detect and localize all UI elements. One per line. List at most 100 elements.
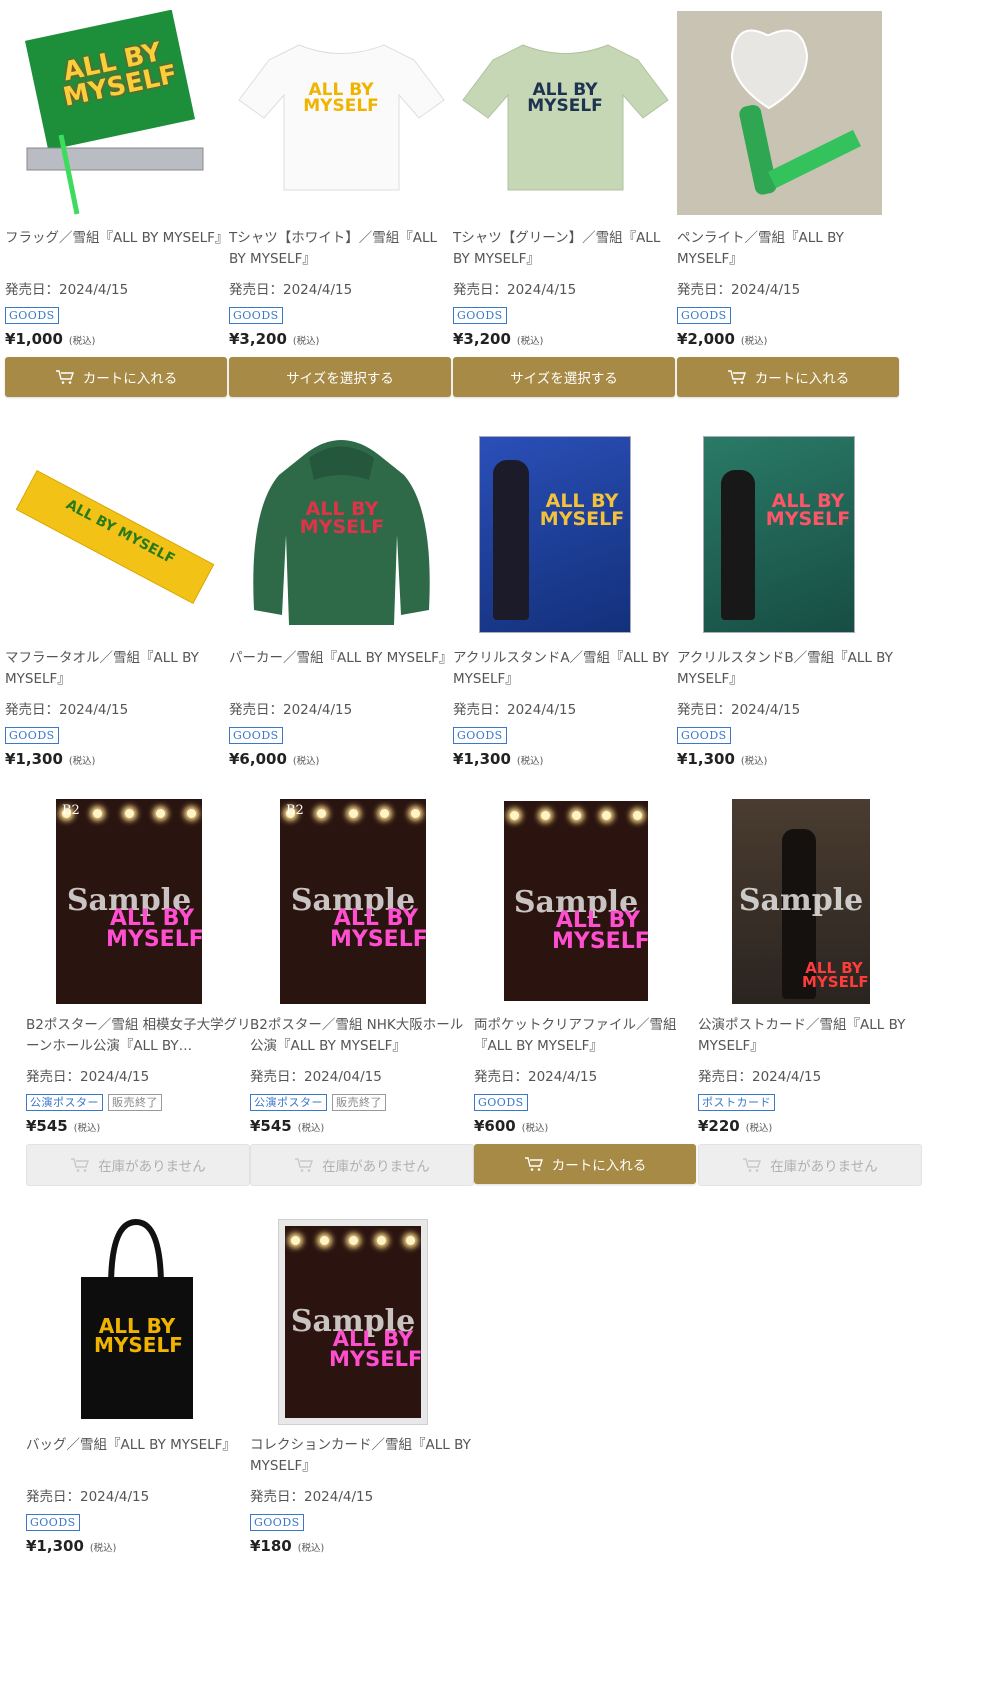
release-date: 発売日：2024/4/15 [677, 282, 801, 298]
category-tag[interactable]: GOODS [26, 1514, 80, 1531]
price: ¥1,300 (税込) [453, 750, 544, 768]
select-size-button[interactable]: サイズを選択する [453, 357, 675, 397]
product-image-bag[interactable]: ALL BY MYSELF [26, 1217, 248, 1425]
out-of-stock-button: 在庫がありません [698, 1144, 922, 1186]
price: ¥1,300 (税込) [677, 750, 768, 768]
product-title[interactable]: アクリルスタンドB／雪組『ALL BY MYSELF』 [677, 648, 903, 690]
category-tag[interactable]: GOODS [229, 307, 283, 324]
tshirt-logo: ALL BY MYSELF [303, 80, 379, 117]
price: ¥3,200 (税込) [229, 330, 320, 348]
category-tag[interactable]: 公演ポスター [250, 1094, 327, 1111]
add-to-cart-button[interactable]: カートに入れる [5, 357, 227, 397]
price: ¥545 (税込) [26, 1117, 101, 1135]
sample-watermark: Sample [738, 883, 864, 918]
product-image-acrylic-a[interactable]: ALL BY MYSELF [453, 430, 675, 636]
release-date: 発売日：2024/4/15 [5, 282, 129, 298]
price: ¥220 (税込) [698, 1117, 773, 1135]
release-date: 発売日：2024/4/15 [229, 282, 353, 298]
product-title[interactable]: B2ポスター／雪組 相模女子大学グリーンホール公演『ALL BY… [26, 1015, 252, 1057]
price: ¥1,300 (税込) [26, 1537, 117, 1555]
product-image-poster[interactable]: B2 Sample ALL BY MYSELF [26, 797, 248, 1005]
price: ¥6,000 (税込) [229, 750, 320, 768]
price: ¥1,000 (税込) [5, 330, 96, 348]
clearfile-logo: ALL BY MYSELF [552, 908, 648, 954]
category-tag[interactable]: 公演ポスター [26, 1094, 103, 1111]
poster-logo: ALL BY MYSELF [330, 906, 426, 952]
out-of-stock-button: 在庫がありません [26, 1144, 250, 1186]
category-tag[interactable]: GOODS [5, 307, 59, 324]
category-tag[interactable]: GOODS [677, 727, 731, 744]
tshirt-logo: ALL BY MYSELF [527, 80, 603, 117]
product-image-tshirt-green[interactable]: ALL BY MYSELF [453, 10, 675, 216]
add-to-cart-button[interactable]: カートに入れる [474, 1144, 696, 1184]
postcard-logo: ALL BY MYSELF [802, 959, 869, 992]
cart-icon [743, 1158, 762, 1172]
acrylic-logo: ALL BY MYSELF [765, 490, 851, 531]
release-date: 発売日：2024/4/15 [250, 1489, 374, 1505]
category-tag[interactable]: GOODS [453, 307, 507, 324]
product-image-clearfile[interactable]: Sample ALL BY MYSELF [474, 797, 696, 1005]
product-image-acrylic-b[interactable]: ALL BY MYSELF [677, 430, 899, 636]
product-image-postcard[interactable]: Sample ALL BY MYSELF [698, 797, 920, 1005]
product-title[interactable]: マフラータオル／雪組『ALL BY MYSELF』 [5, 648, 231, 690]
category-tag[interactable]: GOODS [474, 1094, 528, 1111]
product-card-clearfile[interactable]: Sample ALL BY MYSELF 両ポケットクリアファイル／雪組『ALL… [474, 797, 696, 1184]
product-title[interactable]: バッグ／雪組『ALL BY MYSELF』 [26, 1435, 252, 1456]
hoodie-logo: ALL BY MYSELF [299, 498, 385, 539]
price: ¥2,000 (税込) [677, 330, 768, 348]
product-title[interactable]: アクリルスタンドA／雪組『ALL BY MYSELF』 [453, 648, 679, 690]
product-card-tshirt-white[interactable]: ALL BY MYSELF Tシャツ【ホワイト】／雪組『ALL BY MYSEL… [229, 10, 451, 397]
select-size-button[interactable]: サイズを選択する [229, 357, 451, 397]
cart-icon [727, 370, 746, 384]
category-tag[interactable]: GOODS [5, 727, 59, 744]
product-image-poster[interactable]: B2 Sample ALL BY MYSELF [250, 797, 472, 1005]
product-card-flag[interactable]: ALL BY MYSELF フラッグ／雪組『ALL BY MYSELF』 発売日… [5, 10, 228, 397]
category-tag[interactable]: GOODS [677, 307, 731, 324]
product-image-towel[interactable]: ALL BY MYSELF [5, 430, 227, 636]
product-image-flag[interactable]: ALL BY MYSELF [5, 10, 227, 216]
price: ¥545 (税込) [250, 1117, 325, 1135]
product-title[interactable]: B2ポスター／雪組 NHK大阪ホール公演『ALL BY MYSELF』 [250, 1015, 476, 1057]
product-title[interactable]: 両ポケットクリアファイル／雪組『ALL BY MYSELF』 [474, 1015, 700, 1057]
product-title[interactable]: コレクションカード／雪組『ALL BY MYSELF』 [250, 1435, 476, 1477]
category-tag[interactable]: GOODS [453, 727, 507, 744]
category-tag[interactable]: ポストカード [698, 1094, 775, 1111]
cart-icon [55, 370, 74, 384]
product-image-collection-card[interactable]: Sample ALL BY MYSELF [250, 1217, 472, 1425]
product-image-penlight[interactable] [677, 10, 899, 216]
price: ¥600 (税込) [474, 1117, 549, 1135]
out-of-stock-button: 在庫がありません [250, 1144, 474, 1186]
product-title[interactable]: Tシャツ【グリーン】／雪組『ALL BY MYSELF』 [453, 228, 679, 270]
add-to-cart-button[interactable]: カートに入れる [677, 357, 899, 397]
product-image-hoodie[interactable]: ALL BY MYSELF [229, 430, 451, 636]
price: ¥3,200 (税込) [453, 330, 544, 348]
sold-out-tag: 販売終了 [332, 1094, 386, 1111]
product-card-collection-card[interactable]: Sample ALL BY MYSELF コレクションカード／雪組『ALL BY… [250, 1217, 472, 1555]
product-card-acrylic-b[interactable]: ALL BY MYSELF アクリルスタンドB／雪組『ALL BY MYSELF… [677, 430, 899, 768]
price: ¥1,300 (税込) [5, 750, 96, 768]
product-title[interactable]: パーカー／雪組『ALL BY MYSELF』 [229, 648, 455, 669]
bag-logo: ALL BY MYSELF [94, 1314, 183, 1357]
product-title[interactable]: Tシャツ【ホワイト】／雪組『ALL BY MYSELF』 [229, 228, 455, 270]
product-card-postcard[interactable]: Sample ALL BY MYSELF 公演ポストカード／雪組『ALL BY … [698, 797, 922, 1186]
product-card-hoodie[interactable]: ALL BY MYSELF パーカー／雪組『ALL BY MYSELF』 発売日… [229, 430, 452, 768]
product-card-poster-b2-nhk[interactable]: B2 Sample ALL BY MYSELF B2ポスター／雪組 NHK大阪ホ… [250, 797, 474, 1186]
product-card-poster-b2-sagami[interactable]: B2 Sample ALL BY MYSELF B2ポスター／雪組 相模女子大学… [26, 797, 251, 1186]
product-card-towel[interactable]: ALL BY MYSELF マフラータオル／雪組『ALL BY MYSELF』 … [5, 430, 227, 768]
category-tag[interactable]: GOODS [229, 727, 283, 744]
product-image-tshirt-white[interactable]: ALL BY MYSELF [229, 10, 451, 216]
release-date: 発売日：2024/4/15 [677, 702, 801, 718]
product-title[interactable]: ペンライト／雪組『ALL BY MYSELF』 [677, 228, 903, 270]
release-date: 発売日：2024/4/15 [26, 1489, 150, 1505]
product-card-tshirt-green[interactable]: ALL BY MYSELF Tシャツ【グリーン】／雪組『ALL BY MYSEL… [453, 10, 675, 397]
product-title[interactable]: 公演ポストカード／雪組『ALL BY MYSELF』 [698, 1015, 924, 1057]
cart-icon [524, 1157, 543, 1171]
release-date: 発売日：2024/4/15 [26, 1069, 150, 1085]
product-title[interactable]: フラッグ／雪組『ALL BY MYSELF』 [5, 228, 231, 249]
product-card-acrylic-a[interactable]: ALL BY MYSELF アクリルスタンドA／雪組『ALL BY MYSELF… [453, 430, 675, 768]
category-tag[interactable]: GOODS [250, 1514, 304, 1531]
b2-label: B2 [62, 803, 80, 818]
release-date: 発売日：2024/4/15 [453, 702, 577, 718]
product-card-penlight[interactable]: ペンライト／雪組『ALL BY MYSELF』 発売日：2024/4/15 GO… [677, 10, 899, 397]
product-card-bag[interactable]: ALL BY MYSELF バッグ／雪組『ALL BY MYSELF』 発売日：… [26, 1217, 248, 1555]
